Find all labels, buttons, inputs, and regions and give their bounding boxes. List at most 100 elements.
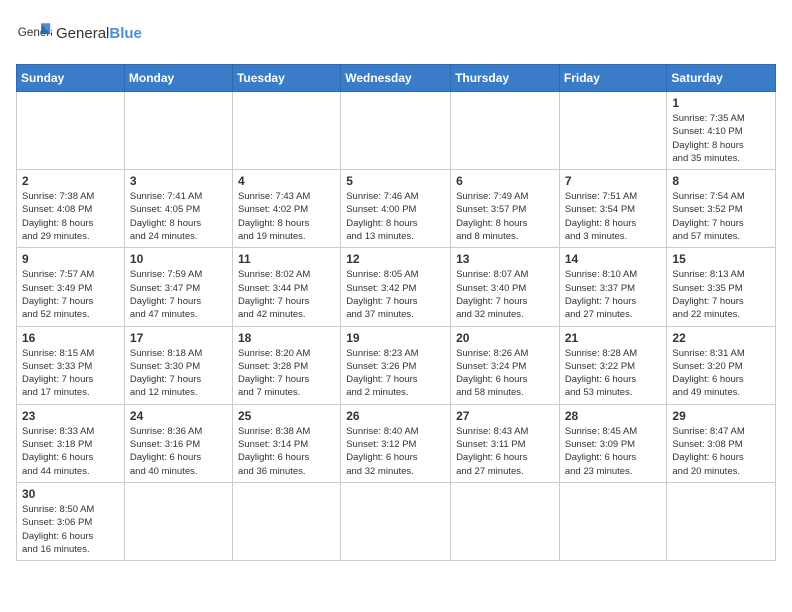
- calendar-cell: 29 Sunrise: 8:47 AM Sunset: 3:08 PM Dayli…: [667, 404, 776, 482]
- day-info: Sunrise: 8:47 AM Sunset: 3:08 PM Dayligh…: [672, 425, 770, 478]
- calendar-cell: [232, 482, 340, 560]
- calendar-cell: 4 Sunrise: 7:43 AM Sunset: 4:02 PM Daylig…: [232, 170, 340, 248]
- calendar-week-row: 2 Sunrise: 7:38 AM Sunset: 4:08 PM Daylig…: [17, 170, 776, 248]
- day-info: Sunrise: 7:38 AM Sunset: 4:08 PM Dayligh…: [22, 190, 119, 243]
- day-number: 27: [456, 409, 554, 423]
- day-info: Sunrise: 7:46 AM Sunset: 4:00 PM Dayligh…: [346, 190, 445, 243]
- day-number: 25: [238, 409, 335, 423]
- day-number: 16: [22, 331, 119, 345]
- day-number: 1: [672, 96, 770, 110]
- day-number: 24: [130, 409, 227, 423]
- calendar-week-row: 16 Sunrise: 8:15 AM Sunset: 3:33 PM Dayli…: [17, 326, 776, 404]
- calendar-cell: [559, 482, 667, 560]
- day-info: Sunrise: 8:31 AM Sunset: 3:20 PM Dayligh…: [672, 347, 770, 400]
- day-info: Sunrise: 8:10 AM Sunset: 3:37 PM Dayligh…: [565, 268, 662, 321]
- day-info: Sunrise: 7:54 AM Sunset: 3:52 PM Dayligh…: [672, 190, 770, 243]
- calendar-cell: 2 Sunrise: 7:38 AM Sunset: 4:08 PM Daylig…: [17, 170, 125, 248]
- day-number: 23: [22, 409, 119, 423]
- day-info: Sunrise: 8:50 AM Sunset: 3:06 PM Dayligh…: [22, 503, 119, 556]
- calendar-cell: 17 Sunrise: 8:18 AM Sunset: 3:30 PM Dayli…: [124, 326, 232, 404]
- calendar-cell: [451, 92, 560, 170]
- calendar-week-row: 23Sunrise: 8:33 AM Sunset: 3:18 PM Dayli…: [17, 404, 776, 482]
- calendar-cell: [667, 482, 776, 560]
- day-number: 15: [672, 252, 770, 266]
- calendar-cell: 15 Sunrise: 8:13 AM Sunset: 3:35 PM Dayli…: [667, 248, 776, 326]
- weekday-header-monday: Monday: [124, 65, 232, 92]
- day-number: 26: [346, 409, 445, 423]
- calendar-cell: 19Sunrise: 8:23 AM Sunset: 3:26 PM Dayli…: [341, 326, 451, 404]
- calendar-cell: 25 Sunrise: 8:38 AM Sunset: 3:14 PM Dayli…: [232, 404, 340, 482]
- day-number: 11: [238, 252, 335, 266]
- day-info: Sunrise: 7:51 AM Sunset: 3:54 PM Dayligh…: [565, 190, 662, 243]
- day-info: Sunrise: 7:59 AM Sunset: 3:47 PM Dayligh…: [130, 268, 227, 321]
- calendar-cell: 6Sunrise: 7:49 AM Sunset: 3:57 PM Daylig…: [451, 170, 560, 248]
- day-info: Sunrise: 7:57 AM Sunset: 3:49 PM Dayligh…: [22, 268, 119, 321]
- day-number: 10: [130, 252, 227, 266]
- day-info: Sunrise: 8:26 AM Sunset: 3:24 PM Dayligh…: [456, 347, 554, 400]
- day-info: Sunrise: 8:02 AM Sunset: 3:44 PM Dayligh…: [238, 268, 335, 321]
- calendar-cell: 16 Sunrise: 8:15 AM Sunset: 3:33 PM Dayli…: [17, 326, 125, 404]
- calendar-cell: 1 Sunrise: 7:35 AM Sunset: 4:10 PM Daylig…: [667, 92, 776, 170]
- calendar-cell: [124, 92, 232, 170]
- calendar-cell: 18 Sunrise: 8:20 AM Sunset: 3:28 PM Dayli…: [232, 326, 340, 404]
- weekday-header-saturday: Saturday: [667, 65, 776, 92]
- day-info: Sunrise: 8:23 AM Sunset: 3:26 PM Dayligh…: [346, 347, 445, 400]
- day-info: Sunrise: 8:45 AM Sunset: 3:09 PM Dayligh…: [565, 425, 662, 478]
- calendar-cell: 27 Sunrise: 8:43 AM Sunset: 3:11 PM Dayli…: [451, 404, 560, 482]
- day-info: Sunrise: 8:40 AM Sunset: 3:12 PM Dayligh…: [346, 425, 445, 478]
- calendar-cell: 12 Sunrise: 8:05 AM Sunset: 3:42 PM Dayli…: [341, 248, 451, 326]
- calendar-cell: [341, 482, 451, 560]
- calendar-cell: 11 Sunrise: 8:02 AM Sunset: 3:44 PM Dayli…: [232, 248, 340, 326]
- day-info: Sunrise: 8:28 AM Sunset: 3:22 PM Dayligh…: [565, 347, 662, 400]
- calendar-cell: 24 Sunrise: 8:36 AM Sunset: 3:16 PM Dayli…: [124, 404, 232, 482]
- calendar-header-row: SundayMondayTuesdayWednesdayThursdayFrid…: [17, 65, 776, 92]
- weekday-header-thursday: Thursday: [451, 65, 560, 92]
- calendar-cell: 22 Sunrise: 8:31 AM Sunset: 3:20 PM Dayli…: [667, 326, 776, 404]
- calendar-table: SundayMondayTuesdayWednesdayThursdayFrid…: [16, 64, 776, 561]
- calendar-cell: 3Sunrise: 7:41 AM Sunset: 4:05 PM Daylig…: [124, 170, 232, 248]
- calendar-cell: [451, 482, 560, 560]
- logo-icon: General: [16, 16, 52, 52]
- day-info: Sunrise: 8:36 AM Sunset: 3:16 PM Dayligh…: [130, 425, 227, 478]
- day-number: 7: [565, 174, 662, 188]
- calendar-cell: 21Sunrise: 8:28 AM Sunset: 3:22 PM Dayli…: [559, 326, 667, 404]
- day-number: 4: [238, 174, 335, 188]
- calendar-cell: 14 Sunrise: 8:10 AM Sunset: 3:37 PM Dayli…: [559, 248, 667, 326]
- day-info: Sunrise: 8:05 AM Sunset: 3:42 PM Dayligh…: [346, 268, 445, 321]
- calendar-cell: 26 Sunrise: 8:40 AM Sunset: 3:12 PM Dayli…: [341, 404, 451, 482]
- weekday-header-tuesday: Tuesday: [232, 65, 340, 92]
- calendar-cell: 28 Sunrise: 8:45 AM Sunset: 3:09 PM Dayli…: [559, 404, 667, 482]
- day-number: 2: [22, 174, 119, 188]
- day-info: Sunrise: 7:43 AM Sunset: 4:02 PM Dayligh…: [238, 190, 335, 243]
- day-number: 30: [22, 487, 119, 501]
- day-number: 22: [672, 331, 770, 345]
- day-info: Sunrise: 8:18 AM Sunset: 3:30 PM Dayligh…: [130, 347, 227, 400]
- calendar-cell: 9 Sunrise: 7:57 AM Sunset: 3:49 PM Daylig…: [17, 248, 125, 326]
- day-info: Sunrise: 7:35 AM Sunset: 4:10 PM Dayligh…: [672, 112, 770, 165]
- day-info: Sunrise: 8:20 AM Sunset: 3:28 PM Dayligh…: [238, 347, 335, 400]
- calendar-cell: [17, 92, 125, 170]
- weekday-header-wednesday: Wednesday: [341, 65, 451, 92]
- calendar-cell: 13 Sunrise: 8:07 AM Sunset: 3:40 PM Dayli…: [451, 248, 560, 326]
- day-info: Sunrise: 7:41 AM Sunset: 4:05 PM Dayligh…: [130, 190, 227, 243]
- day-number: 17: [130, 331, 227, 345]
- day-info: Sunrise: 8:38 AM Sunset: 3:14 PM Dayligh…: [238, 425, 335, 478]
- day-number: 13: [456, 252, 554, 266]
- day-number: 9: [22, 252, 119, 266]
- day-number: 6: [456, 174, 554, 188]
- day-number: 14: [565, 252, 662, 266]
- day-number: 28: [565, 409, 662, 423]
- day-number: 29: [672, 409, 770, 423]
- day-number: 5: [346, 174, 445, 188]
- page-header: General GeneralBlue: [16, 16, 776, 52]
- day-info: Sunrise: 8:15 AM Sunset: 3:33 PM Dayligh…: [22, 347, 119, 400]
- day-number: 18: [238, 331, 335, 345]
- day-info: Sunrise: 8:43 AM Sunset: 3:11 PM Dayligh…: [456, 425, 554, 478]
- calendar-cell: 10 Sunrise: 7:59 AM Sunset: 3:47 PM Dayli…: [124, 248, 232, 326]
- day-info: Sunrise: 8:07 AM Sunset: 3:40 PM Dayligh…: [456, 268, 554, 321]
- day-number: 12: [346, 252, 445, 266]
- calendar-cell: [232, 92, 340, 170]
- weekday-header-sunday: Sunday: [17, 65, 125, 92]
- calendar-cell: 5 Sunrise: 7:46 AM Sunset: 4:00 PM Daylig…: [341, 170, 451, 248]
- day-info: Sunrise: 8:13 AM Sunset: 3:35 PM Dayligh…: [672, 268, 770, 321]
